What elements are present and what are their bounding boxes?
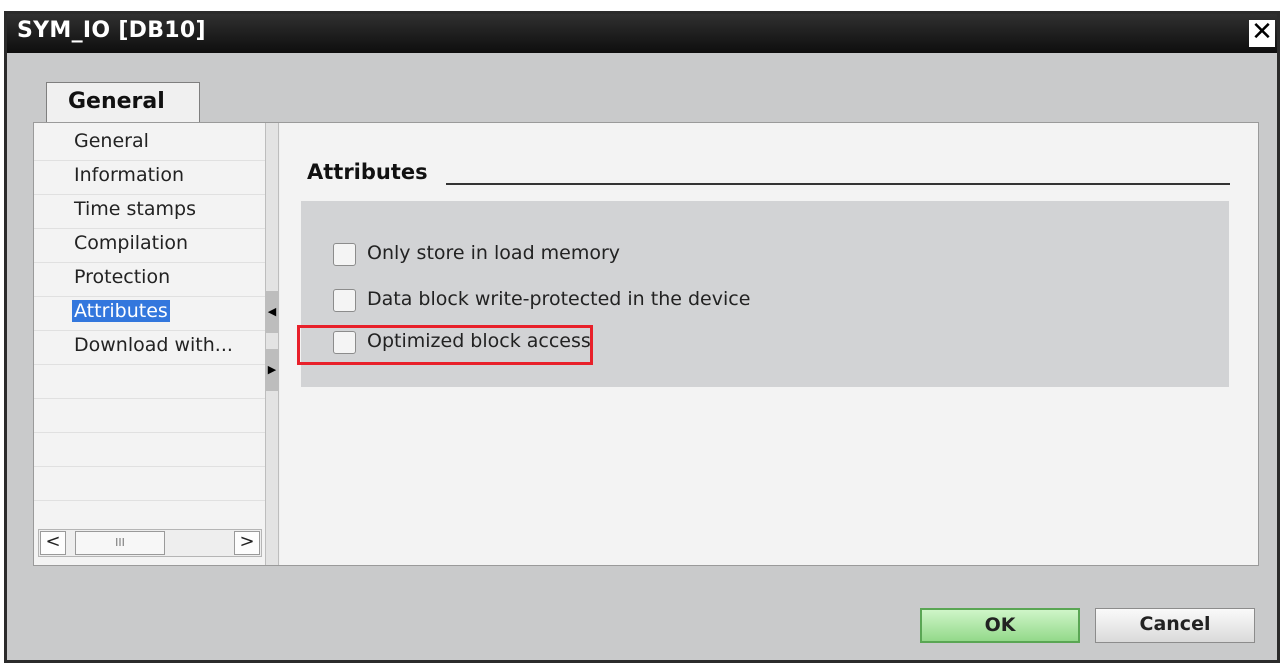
section-title: Attributes xyxy=(307,160,428,184)
nav-item-download-with[interactable]: Download with... xyxy=(34,331,269,365)
scroll-right-button[interactable]: > xyxy=(234,531,260,555)
scroll-thumb[interactable]: III xyxy=(75,531,165,555)
cancel-button[interactable]: Cancel xyxy=(1095,608,1255,643)
expand-right-icon[interactable]: ▶ xyxy=(266,349,278,391)
ok-button[interactable]: OK xyxy=(920,608,1080,643)
nav-item-information[interactable]: Information xyxy=(34,161,269,195)
highlight-box xyxy=(297,325,593,365)
collapse-left-icon[interactable]: ◀ xyxy=(266,291,278,333)
checkbox-label: Only store in load memory xyxy=(367,242,621,264)
grip-icon: III xyxy=(115,536,125,549)
nav-item-time-stamps[interactable]: Time stamps xyxy=(34,195,269,229)
nav-item-protection[interactable]: Protection xyxy=(34,263,269,297)
close-icon: ✕ xyxy=(1251,17,1273,47)
properties-dialog: SYM_IO [DB10] ✕ General General Informat… xyxy=(4,11,1280,663)
dialog-title: SYM_IO [DB10] xyxy=(17,18,206,43)
attributes-content: Attributes Only store in load memory Dat… xyxy=(280,123,1258,565)
checkbox-label: Data block write-protected in the device xyxy=(367,288,751,310)
nav-item-compilation[interactable]: Compilation xyxy=(34,229,269,263)
nav-empty-row xyxy=(34,399,269,433)
nav-item-label: General xyxy=(74,130,149,152)
scroll-left-button[interactable]: < xyxy=(40,531,66,555)
tab-general[interactable]: General xyxy=(46,82,200,125)
close-button[interactable]: ✕ xyxy=(1249,17,1275,47)
nav-item-attributes[interactable]: Attributes xyxy=(34,297,269,331)
nav-item-label: Download with... xyxy=(74,334,233,356)
properties-panel: General Information Time stamps Compilat… xyxy=(33,122,1259,566)
checkbox[interactable] xyxy=(333,243,356,266)
nav-empty-row xyxy=(34,365,269,399)
tab-label: General xyxy=(68,89,165,114)
checkbox[interactable] xyxy=(333,289,356,312)
nav-empty-row xyxy=(34,433,269,467)
title-bar[interactable]: SYM_IO [DB10] ✕ xyxy=(7,14,1277,53)
nav-item-label: Time stamps xyxy=(74,198,196,220)
nav-item-label: Attributes xyxy=(72,300,170,322)
category-list: General Information Time stamps Compilat… xyxy=(34,123,269,565)
nav-item-label: Protection xyxy=(74,266,171,288)
chevron-right-icon: > xyxy=(239,531,255,552)
nav-empty-row xyxy=(34,467,269,501)
chevron-left-icon: < xyxy=(45,531,61,552)
nav-item-general[interactable]: General xyxy=(34,127,269,161)
nav-item-label: Compilation xyxy=(74,232,189,254)
horizontal-scrollbar[interactable]: < III > xyxy=(38,529,262,557)
nav-item-label: Information xyxy=(74,164,184,186)
panel-splitter[interactable]: ◀ ▶ xyxy=(265,123,279,565)
section-divider xyxy=(446,183,1230,185)
